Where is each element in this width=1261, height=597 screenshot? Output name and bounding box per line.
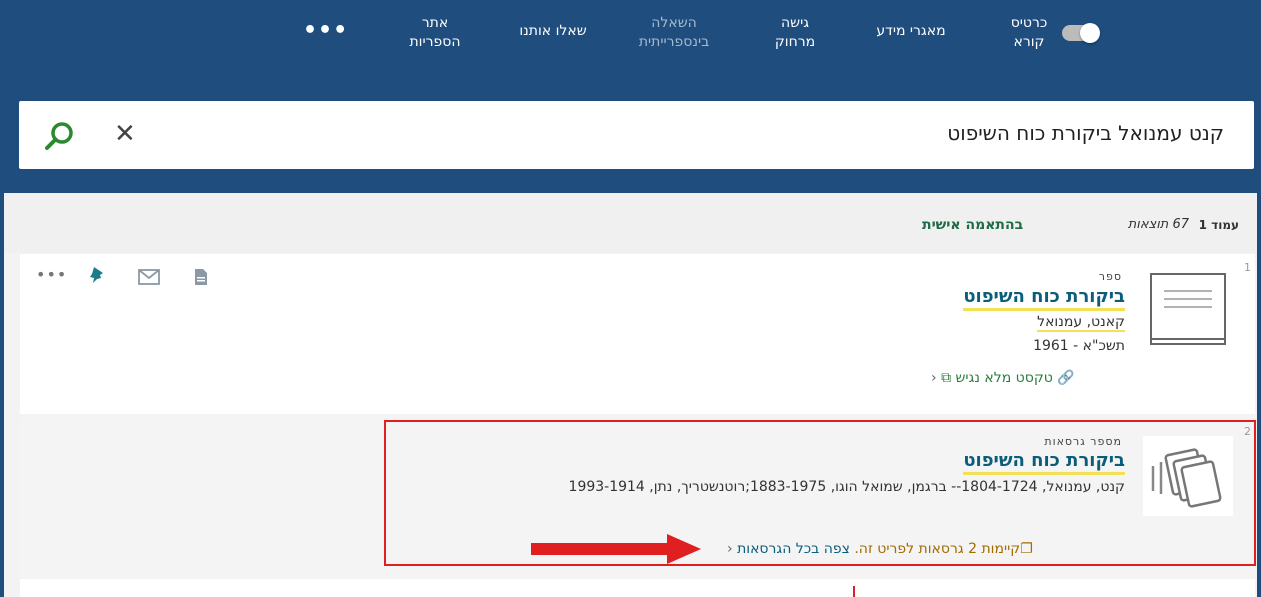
result-author: קאנט, עמנואל bbox=[1037, 314, 1125, 332]
result-index: 1 bbox=[1244, 261, 1251, 274]
clear-search-icon[interactable]: ✕ bbox=[114, 119, 136, 149]
results-header: עמוד 1 67 תוצאות בהתאמה אישית bbox=[0, 193, 1261, 253]
nav-item-databases[interactable]: מאגרי מידע bbox=[855, 22, 967, 41]
nav-item-label: אתר bbox=[421, 15, 449, 31]
document-icon[interactable] bbox=[193, 268, 209, 286]
fulltext-link-label: טקסט מלא נגיש bbox=[955, 370, 1053, 386]
nav-item-interlibrary-loan[interactable]: השאלה בינספרייתית bbox=[618, 14, 730, 52]
result-item-3-edge bbox=[20, 579, 1255, 597]
nav-item-label: כרטיס bbox=[1010, 15, 1048, 31]
results-count: 67 תוצאות bbox=[1127, 217, 1189, 232]
annotation-highlight-box bbox=[384, 420, 1256, 566]
nav-item-label: השאלה bbox=[651, 15, 697, 31]
pin-icon[interactable] bbox=[88, 266, 106, 286]
nav-item-label: בינספרייתית bbox=[638, 34, 710, 50]
personalize-toggle-knob bbox=[1080, 23, 1100, 43]
result-author-text[interactable]: קאנט, עמנואל bbox=[1037, 314, 1125, 332]
book-icon bbox=[1150, 273, 1226, 345]
result-title[interactable]: ביקורת כוח השיפוט bbox=[963, 286, 1125, 311]
nav-item-label: מרחוק bbox=[774, 34, 816, 50]
nav-item-label: הספריות bbox=[409, 34, 461, 50]
nav-item-ask-us[interactable]: שאלו אותנו bbox=[497, 22, 609, 41]
search-box[interactable]: קנט עמנואל ביקורת כוח השיפוט ✕ bbox=[19, 101, 1254, 169]
nav-item-label: גישה bbox=[781, 15, 809, 31]
window-frame-right bbox=[1257, 0, 1261, 597]
fulltext-link[interactable]: 🔗 טקסט מלא נגיש ⧉ ‹ bbox=[931, 370, 1075, 386]
chevron-left-icon: ‹ bbox=[931, 370, 937, 386]
nav-item-label: מאגרי מידע bbox=[876, 23, 946, 39]
search-icon[interactable] bbox=[43, 119, 77, 153]
page-indicator: עמוד 1 bbox=[1198, 218, 1239, 232]
result-more-button[interactable]: ••• bbox=[36, 265, 67, 284]
nav-more-button[interactable]: ••• bbox=[303, 20, 348, 42]
nav-item-reader-card[interactable]: כרטיס קורא bbox=[997, 14, 1061, 52]
annotation-arrow-icon bbox=[531, 534, 701, 564]
result-date: תשכ"א - 1961 bbox=[1033, 338, 1125, 354]
result-type: ספר bbox=[1098, 270, 1122, 283]
link-icon: 🔗 bbox=[1057, 370, 1075, 386]
personalized-results-label[interactable]: בהתאמה אישית bbox=[922, 217, 1023, 233]
nav-item-label: שאלו אותנו bbox=[519, 23, 587, 39]
nav-item-label: קורא bbox=[1013, 34, 1045, 50]
search-input[interactable]: קנט עמנואל ביקורת כוח השיפוט bbox=[947, 121, 1224, 145]
annotation-marker bbox=[853, 586, 855, 597]
nav-item-libraries-site[interactable]: אתר הספריות bbox=[385, 14, 485, 52]
external-link-icon: ⧉ bbox=[941, 370, 952, 386]
nav-item-remote-access[interactable]: גישה מרחוק bbox=[760, 14, 830, 52]
window-frame-left bbox=[0, 0, 4, 597]
email-icon[interactable] bbox=[138, 269, 160, 285]
